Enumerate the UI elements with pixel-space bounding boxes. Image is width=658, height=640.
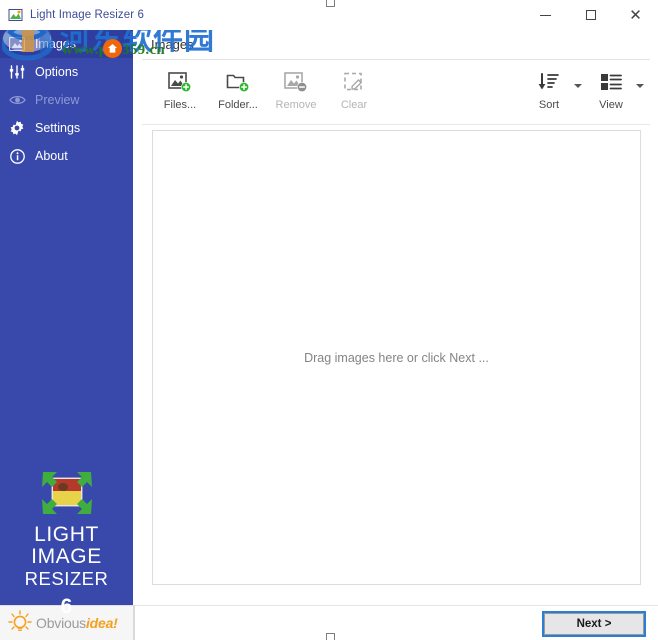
next-button[interactable]: Next > xyxy=(542,611,646,637)
toolbar-right-group: Sort View xyxy=(520,64,644,111)
page-title: Images xyxy=(151,36,194,52)
sidebar-item-label: Options xyxy=(35,65,79,79)
sort-split-button[interactable]: Sort xyxy=(520,64,582,111)
toolbar-divider xyxy=(142,124,650,125)
sidebar-item-about[interactable]: About xyxy=(0,142,133,170)
remove-button[interactable]: Remove xyxy=(267,64,325,111)
clear-button[interactable]: Clear xyxy=(325,64,383,111)
content-header: Images xyxy=(133,30,658,58)
toolbar-label: Sort xyxy=(538,99,560,111)
sidebar-item-label: Settings xyxy=(35,121,81,135)
sidebar-item-options[interactable]: Options xyxy=(0,58,133,86)
product-logo: LIGHT IMAGE RESIZER 6 xyxy=(0,470,133,619)
gear-icon xyxy=(8,119,26,137)
toolbar-label: View xyxy=(599,99,623,111)
add-folder-icon xyxy=(226,68,250,96)
bottom-left-edge xyxy=(133,605,135,640)
top-resize-handle[interactable] xyxy=(326,0,335,7)
eye-icon xyxy=(8,91,26,109)
remove-image-icon xyxy=(284,68,308,96)
sidebar-item-label: About xyxy=(35,149,68,163)
info-icon xyxy=(8,147,26,165)
list-view-icon xyxy=(599,68,623,96)
maximize-button[interactable] xyxy=(568,0,613,30)
close-icon: ✕ xyxy=(629,5,642,24)
toolbar-left-group: Files... Folder... Remove Clear xyxy=(151,64,383,111)
brand-version: 6 xyxy=(60,595,73,618)
app-window: Light Image Resizer 6 ✕ Images Options P… xyxy=(0,0,658,640)
view-split-button[interactable]: View xyxy=(582,64,644,111)
window-controls: ✕ xyxy=(523,0,658,30)
toolbar-label: Remove xyxy=(275,99,317,111)
brand-line-2: IMAGE xyxy=(31,545,102,568)
bottom-bar: Next > xyxy=(133,605,658,640)
sort-button[interactable]: Sort xyxy=(520,64,578,111)
toolbar-label: Folder... xyxy=(218,99,258,111)
sidebar-item-preview[interactable]: Preview xyxy=(0,86,133,114)
clear-icon xyxy=(342,68,366,96)
close-button[interactable]: ✕ xyxy=(613,0,658,30)
drop-area-message: Drag images here or click Next ... xyxy=(304,350,489,365)
toolbar-label: Clear xyxy=(340,99,368,111)
bottom-resize-handle[interactable] xyxy=(326,633,335,640)
image-drop-area[interactable]: Drag images here or click Next ... xyxy=(152,130,641,585)
app-icon xyxy=(8,7,24,23)
sort-descending-icon xyxy=(537,68,561,96)
resize-arrows-photo-icon xyxy=(41,470,93,516)
chevron-down-icon[interactable] xyxy=(574,84,582,88)
sidebar-item-label: Preview xyxy=(35,93,80,107)
sidebar-item-settings[interactable]: Settings xyxy=(0,114,133,142)
minimize-button[interactable] xyxy=(523,0,568,30)
window-title: Light Image Resizer 6 xyxy=(30,9,144,21)
sliders-icon xyxy=(8,63,26,81)
sidebar: Images Options Preview Settings About LI… xyxy=(0,30,133,618)
chevron-down-icon[interactable] xyxy=(636,84,644,88)
add-image-icon xyxy=(168,68,192,96)
sidebar-item-label: Images xyxy=(35,37,76,51)
sidebar-item-images[interactable]: Images xyxy=(0,30,133,58)
add-folder-button[interactable]: Folder... xyxy=(209,64,267,111)
brand-line-3: RESIZER xyxy=(24,568,109,589)
brand-line-1: LIGHT xyxy=(34,523,99,546)
view-button[interactable]: View xyxy=(582,64,640,111)
picture-icon xyxy=(8,35,26,53)
toolbar-label: Files... xyxy=(163,99,197,111)
maximize-icon xyxy=(585,10,596,20)
main-content: Images Files... Folder... Remove Clear S… xyxy=(133,30,658,605)
minimize-icon xyxy=(540,14,551,16)
add-files-button[interactable]: Files... xyxy=(151,64,209,111)
toolbar: Files... Folder... Remove Clear Sort Vie… xyxy=(133,60,658,125)
